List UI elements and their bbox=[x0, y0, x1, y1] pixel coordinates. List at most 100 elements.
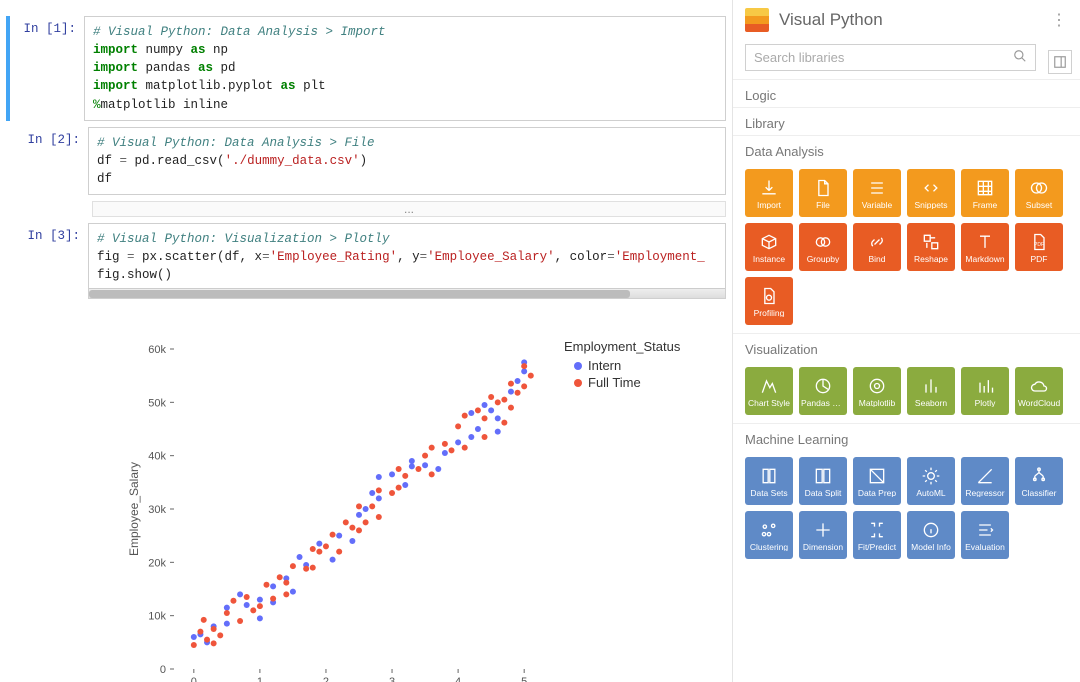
code-cell[interactable]: In [1]:# Visual Python: Data Analysis > … bbox=[6, 16, 726, 121]
gear-icon bbox=[920, 465, 942, 487]
vp-tile-subset[interactable]: Subset bbox=[1015, 169, 1063, 217]
collapsed-output[interactable]: ... bbox=[92, 201, 726, 217]
vp-header: Visual Python ⋮ bbox=[733, 0, 1080, 40]
vp-tile-fit/predict[interactable]: Fit/Predict bbox=[853, 511, 901, 559]
vp-tile-reshape[interactable]: Reshape bbox=[907, 223, 955, 271]
vp-tile-regressor[interactable]: Regressor bbox=[961, 457, 1009, 505]
vp-tile-profiling[interactable]: Profiling bbox=[745, 277, 793, 325]
vp-tile-variable[interactable]: Variable bbox=[853, 169, 901, 217]
cell-prompt: In [1]: bbox=[10, 16, 84, 121]
legend-title: Employment_Status bbox=[564, 339, 680, 354]
code-icon bbox=[920, 177, 942, 199]
vp-tile-chart-style[interactable]: Chart Style bbox=[745, 367, 793, 415]
vp-search-input[interactable] bbox=[754, 50, 1013, 65]
subset-icon bbox=[1028, 177, 1050, 199]
cell-source[interactable]: # Visual Python: Data Analysis > Import … bbox=[84, 16, 726, 121]
svg-text:3: 3 bbox=[389, 676, 395, 682]
vp-tile-data-sets[interactable]: Data Sets bbox=[745, 457, 793, 505]
vp-tile-label: Import bbox=[756, 201, 782, 210]
vp-section-visualization[interactable]: Visualization bbox=[733, 333, 1080, 361]
vp-tile-label: Clustering bbox=[749, 543, 789, 552]
bars-icon bbox=[920, 375, 942, 397]
vp-section-data-analysis[interactable]: Data Analysis bbox=[733, 135, 1080, 163]
vp-tile-file[interactable]: File bbox=[799, 169, 847, 217]
horizontal-scrollbar[interactable] bbox=[89, 288, 725, 298]
vp-tile-label: AutoML bbox=[915, 489, 946, 498]
vp-tile-evaluation[interactable]: Evaluation bbox=[961, 511, 1009, 559]
vp-tile-label: Bind bbox=[867, 255, 886, 264]
vp-tile-label: Snippets bbox=[913, 201, 948, 210]
vp-tile-automl[interactable]: AutoML bbox=[907, 457, 955, 505]
vp-title: Visual Python bbox=[779, 10, 883, 30]
vp-more-icon[interactable]: ⋮ bbox=[1051, 10, 1068, 30]
profile-icon bbox=[758, 285, 780, 307]
vp-tile-label: Chart Style bbox=[747, 399, 791, 408]
file-icon bbox=[812, 177, 834, 199]
code-cell[interactable]: In [2]:# Visual Python: Data Analysis > … bbox=[10, 127, 726, 195]
prep-icon bbox=[866, 465, 888, 487]
legend-dot-icon bbox=[574, 379, 582, 387]
code-cell[interactable]: In [3]:# Visual Python: Visualization > … bbox=[10, 223, 726, 299]
vp-tile-label: Regressor bbox=[964, 489, 1005, 498]
vp-tile-clustering[interactable]: Clustering bbox=[745, 511, 793, 559]
vp-tile-label: Model Info bbox=[910, 543, 952, 552]
vp-tile-label: Matplotlib bbox=[858, 399, 896, 408]
vp-tile-data-prep[interactable]: Data Prep bbox=[853, 457, 901, 505]
svg-text:20k: 20k bbox=[148, 558, 166, 570]
vp-tile-label: WordCloud bbox=[1017, 399, 1061, 408]
svg-text:0: 0 bbox=[160, 664, 166, 676]
vp-section-logic[interactable]: Logic bbox=[733, 79, 1080, 107]
vp-tile-label: Variable bbox=[861, 201, 894, 210]
vp-tile-pandas-plot[interactable]: Pandas Plot bbox=[799, 367, 847, 415]
vp-tile-plotly[interactable]: Plotly bbox=[961, 367, 1009, 415]
vp-tile-classifier[interactable]: Classifier bbox=[1015, 457, 1063, 505]
legend-label: Intern bbox=[588, 358, 621, 373]
cell-source[interactable]: # Visual Python: Data Analysis > File df… bbox=[88, 127, 726, 195]
legend-item[interactable]: Intern bbox=[574, 358, 680, 373]
vp-search-box[interactable] bbox=[745, 44, 1036, 71]
svg-text:2: 2 bbox=[323, 676, 329, 682]
vp-grid-visualization: Chart Style Pandas Plot Matplotlib SeabornP… bbox=[733, 361, 1080, 423]
vp-tile-groupby[interactable]: Groupby bbox=[799, 223, 847, 271]
vp-tile-markdown[interactable]: Markdown bbox=[961, 223, 1009, 271]
vp-section-library[interactable]: Library bbox=[733, 107, 1080, 135]
donut-icon bbox=[866, 375, 888, 397]
cell-source[interactable]: # Visual Python: Visualization > Plotly … bbox=[88, 223, 726, 299]
pdf-icon: PDF bbox=[1028, 231, 1050, 253]
vp-tile-label: Data Split bbox=[804, 489, 843, 498]
vp-tile-label: Pandas Plot bbox=[800, 399, 846, 408]
vp-tile-seaborn[interactable]: Seaborn bbox=[907, 367, 955, 415]
cluster-icon bbox=[758, 519, 780, 541]
vp-tile-dimension[interactable]: Dimension bbox=[799, 511, 847, 559]
grid-icon bbox=[974, 177, 996, 199]
vp-section-ml[interactable]: Machine Learning bbox=[733, 423, 1080, 451]
vp-tile-wordcloud[interactable]: WordCloud bbox=[1015, 367, 1063, 415]
jupyter-notebook: In [1]:# Visual Python: Data Analysis > … bbox=[0, 0, 732, 682]
split-icon bbox=[812, 465, 834, 487]
venn-icon bbox=[812, 231, 834, 253]
fit-icon bbox=[866, 519, 888, 541]
vp-tile-data-split[interactable]: Data Split bbox=[799, 457, 847, 505]
link-icon bbox=[866, 231, 888, 253]
vp-tile-label: Markdown bbox=[964, 255, 1005, 264]
vp-tile-bind[interactable]: Bind bbox=[853, 223, 901, 271]
legend-dot-icon bbox=[574, 362, 582, 370]
vp-logo-icon bbox=[745, 8, 769, 32]
vp-grid-ml: Data Sets Data Split Data Prep AutoML Regres… bbox=[733, 451, 1080, 567]
text-icon bbox=[974, 231, 996, 253]
vp-tile-snippets[interactable]: Snippets bbox=[907, 169, 955, 217]
svg-text:5: 5 bbox=[521, 676, 527, 682]
list-icon bbox=[866, 177, 888, 199]
vp-tile-instance[interactable]: Instance bbox=[745, 223, 793, 271]
bars2-icon bbox=[974, 375, 996, 397]
vp-tile-label: Evaluation bbox=[964, 543, 1006, 552]
vp-tile-pdf[interactable]: PDFPDF bbox=[1015, 223, 1063, 271]
vp-panel-toggle-button[interactable] bbox=[1048, 50, 1072, 74]
vp-tile-frame[interactable]: Frame bbox=[961, 169, 1009, 217]
vp-tile-matplotlib[interactable]: Matplotlib bbox=[853, 367, 901, 415]
svg-text:Employee_Salary: Employee_Salary bbox=[127, 462, 141, 556]
vp-tile-import[interactable]: Import bbox=[745, 169, 793, 217]
reg-icon bbox=[974, 465, 996, 487]
legend-item[interactable]: Full Time bbox=[574, 375, 680, 390]
vp-tile-model-info[interactable]: Model Info bbox=[907, 511, 955, 559]
